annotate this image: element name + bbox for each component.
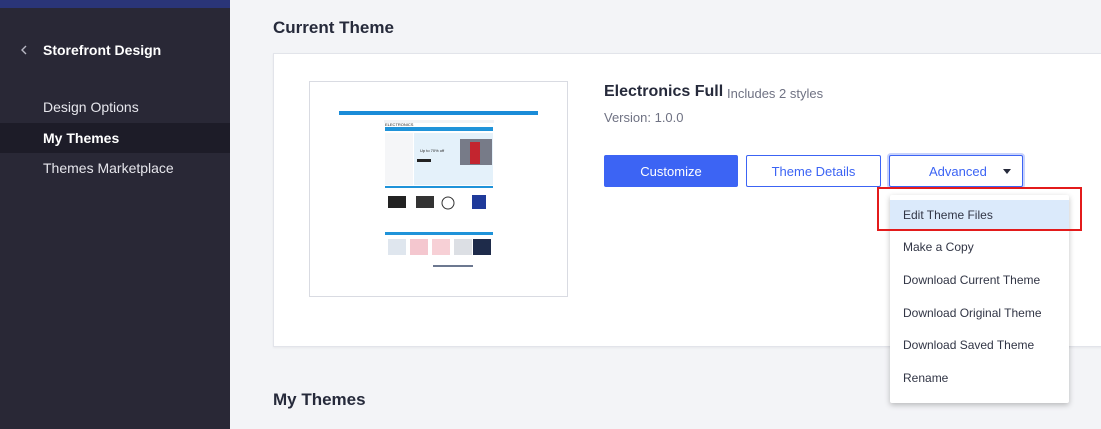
chevron-left-icon[interactable] <box>19 43 29 57</box>
sidebar-header[interactable]: Storefront Design <box>0 38 230 64</box>
theme-preview-image: ELECTRONICS Up to 70% off <box>339 111 538 267</box>
theme-version: Version: 1.0.0 <box>604 110 684 125</box>
theme-styles-count: Includes 2 styles <box>727 86 824 101</box>
customize-button[interactable]: Customize <box>604 155 738 187</box>
sidebar-item-design-options[interactable]: Design Options <box>0 92 230 122</box>
thumbnail-logo: ELECTRONICS <box>385 122 414 127</box>
advanced-dropdown-button[interactable]: Advanced <box>889 155 1023 187</box>
menu-item-make-a-copy[interactable]: Make a Copy <box>890 232 1069 262</box>
current-theme-heading: Current Theme <box>273 18 394 37</box>
menu-item-download-current-theme[interactable]: Download Current Theme <box>890 265 1069 295</box>
theme-name: Electronics Full <box>604 83 724 100</box>
sidebar-top-bar <box>0 0 230 8</box>
advanced-button-label: Advanced <box>929 163 987 179</box>
thumbnail-promo: Up to 70% off <box>420 148 445 153</box>
sidebar: Storefront Design Design Options My Them… <box>0 0 230 429</box>
menu-item-rename[interactable]: Rename <box>890 363 1069 393</box>
my-themes-heading: My Themes <box>273 390 366 409</box>
menu-item-download-saved-theme[interactable]: Download Saved Theme <box>890 330 1069 360</box>
menu-item-download-original-theme[interactable]: Download Original Theme <box>890 298 1069 328</box>
theme-thumbnail[interactable]: ELECTRONICS Up to 70% off <box>309 81 568 297</box>
sidebar-item-my-themes[interactable]: My Themes <box>0 123 230 153</box>
red-highlight-box <box>877 187 1082 231</box>
theme-details-button[interactable]: Theme Details <box>746 155 881 187</box>
caret-down-icon <box>1003 169 1011 174</box>
sidebar-item-themes-marketplace[interactable]: Themes Marketplace <box>0 153 230 183</box>
sidebar-title: Storefront Design <box>43 42 162 58</box>
